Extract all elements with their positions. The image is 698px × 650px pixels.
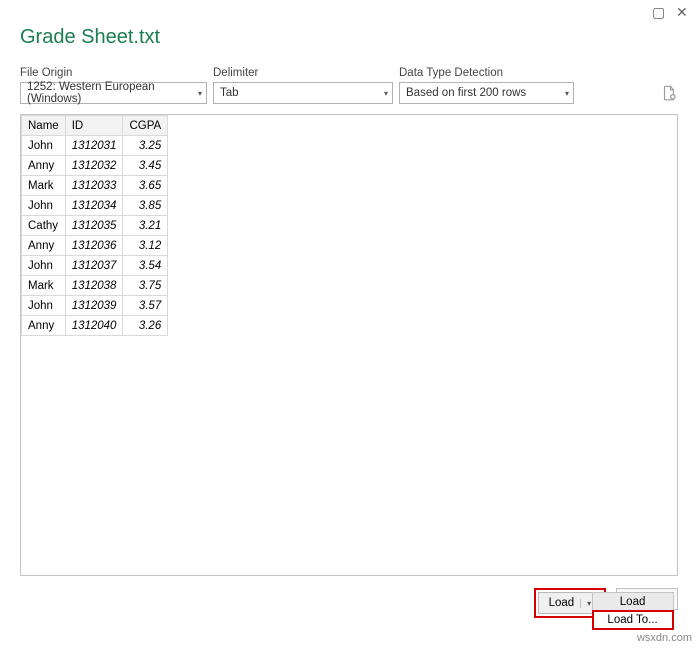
load-menu-item-load[interactable]: Load [593, 593, 673, 611]
cell-id: 1312034 [65, 196, 123, 216]
delimiter-select[interactable]: Tab ▾ [213, 82, 393, 104]
table-row: John13120343.85 [22, 196, 168, 216]
chevron-down-icon[interactable]: ▾ [580, 599, 591, 608]
table-row: Anny13120363.12 [22, 236, 168, 256]
preview-table: Name ID CGPA John13120313.25Anny13120323… [21, 115, 168, 336]
options-row: File Origin 1252: Western European (Wind… [0, 67, 698, 114]
chevron-down-icon: ▾ [565, 89, 569, 98]
table-row: John13120313.25 [22, 136, 168, 156]
table-row: Cathy13120353.21 [22, 216, 168, 236]
cell-id: 1312037 [65, 256, 123, 276]
close-icon[interactable]: ✕ [676, 6, 688, 18]
load-button-label: Load [549, 597, 581, 609]
data-type-detection-label: Data Type Detection [399, 67, 574, 79]
load-split-button[interactable]: Load ▾ Load Load To... [534, 588, 607, 618]
load-menu-item-load-to[interactable]: Load To... [593, 611, 673, 629]
data-preview: Name ID CGPA John13120313.25Anny13120323… [20, 114, 678, 576]
cell-cgpa: 3.75 [123, 276, 168, 296]
cell-cgpa: 3.26 [123, 316, 168, 336]
cell-name: Mark [22, 176, 66, 196]
cell-name: Anny [22, 156, 66, 176]
table-header-row: Name ID CGPA [22, 116, 168, 136]
cell-id: 1312035 [65, 216, 123, 236]
cell-name: Anny [22, 236, 66, 256]
load-menu: Load Load To... [592, 592, 674, 630]
cell-cgpa: 3.12 [123, 236, 168, 256]
cell-cgpa: 3.54 [123, 256, 168, 276]
data-type-detection-group: Data Type Detection Based on first 200 r… [399, 67, 574, 108]
watermark: wsxdn.com [637, 632, 692, 644]
titlebar: ▢ ✕ [0, 0, 698, 18]
cell-id: 1312039 [65, 296, 123, 316]
cell-name: Mark [22, 276, 66, 296]
col-header-id: ID [65, 116, 123, 136]
cell-name: Cathy [22, 216, 66, 236]
dialog-header: Grade Sheet.txt [0, 18, 698, 67]
col-header-cgpa: CGPA [123, 116, 168, 136]
table-row: Anny13120403.26 [22, 316, 168, 336]
data-type-detection-value: Based on first 200 rows [406, 87, 526, 99]
cell-name: Anny [22, 316, 66, 336]
table-row: John13120373.54 [22, 256, 168, 276]
cell-id: 1312040 [65, 316, 123, 336]
chevron-down-icon: ▾ [198, 89, 202, 98]
dialog-title: Grade Sheet.txt [20, 26, 160, 48]
cell-name: John [22, 256, 66, 276]
delimiter-group: Delimiter Tab ▾ [213, 67, 393, 108]
table-row: Anny13120323.45 [22, 156, 168, 176]
cell-name: John [22, 196, 66, 216]
cell-id: 1312038 [65, 276, 123, 296]
file-origin-group: File Origin 1252: Western European (Wind… [20, 67, 207, 108]
cell-cgpa: 3.25 [123, 136, 168, 156]
cell-id: 1312031 [65, 136, 123, 156]
cell-cgpa: 3.57 [123, 296, 168, 316]
file-origin-select[interactable]: 1252: Western European (Windows) ▾ [20, 82, 207, 104]
cell-cgpa: 3.21 [123, 216, 168, 236]
cell-name: John [22, 136, 66, 156]
cell-id: 1312036 [65, 236, 123, 256]
cell-cgpa: 3.85 [123, 196, 168, 216]
cell-cgpa: 3.65 [123, 176, 168, 196]
delimiter-label: Delimiter [213, 67, 393, 79]
settings-icon[interactable] [660, 83, 678, 108]
data-type-detection-select[interactable]: Based on first 200 rows ▾ [399, 82, 574, 104]
table-row: Mark13120333.65 [22, 176, 168, 196]
cell-cgpa: 3.45 [123, 156, 168, 176]
dialog-footer: Load ▾ Load Load To... Cancel [534, 588, 678, 618]
cell-id: 1312033 [65, 176, 123, 196]
maximize-icon[interactable]: ▢ [652, 6, 664, 18]
table-row: John13120393.57 [22, 296, 168, 316]
file-origin-label: File Origin [20, 67, 207, 79]
chevron-down-icon: ▾ [384, 89, 388, 98]
cell-name: John [22, 296, 66, 316]
file-origin-value: 1252: Western European (Windows) [27, 81, 198, 105]
col-header-name: Name [22, 116, 66, 136]
delimiter-value: Tab [220, 87, 239, 99]
cell-id: 1312032 [65, 156, 123, 176]
table-row: Mark13120383.75 [22, 276, 168, 296]
